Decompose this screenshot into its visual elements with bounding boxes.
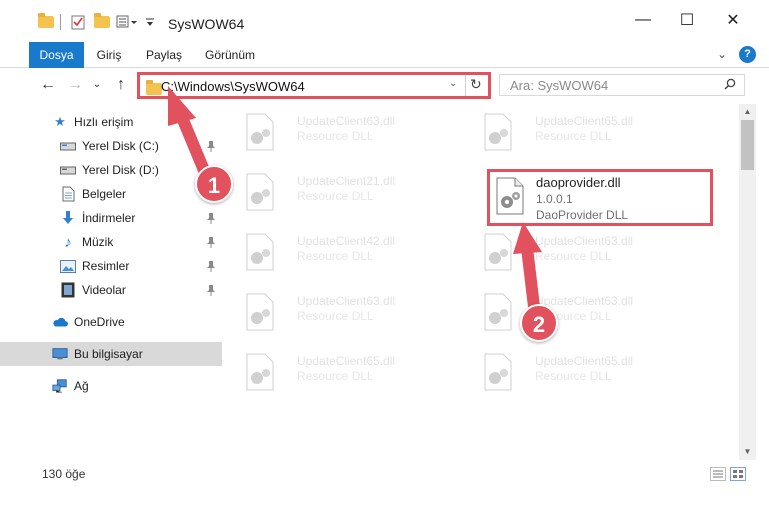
step-2-badge: 2	[520, 304, 558, 342]
annotation-arrows	[168, 86, 542, 321]
step-1-badge: 1	[195, 165, 233, 203]
